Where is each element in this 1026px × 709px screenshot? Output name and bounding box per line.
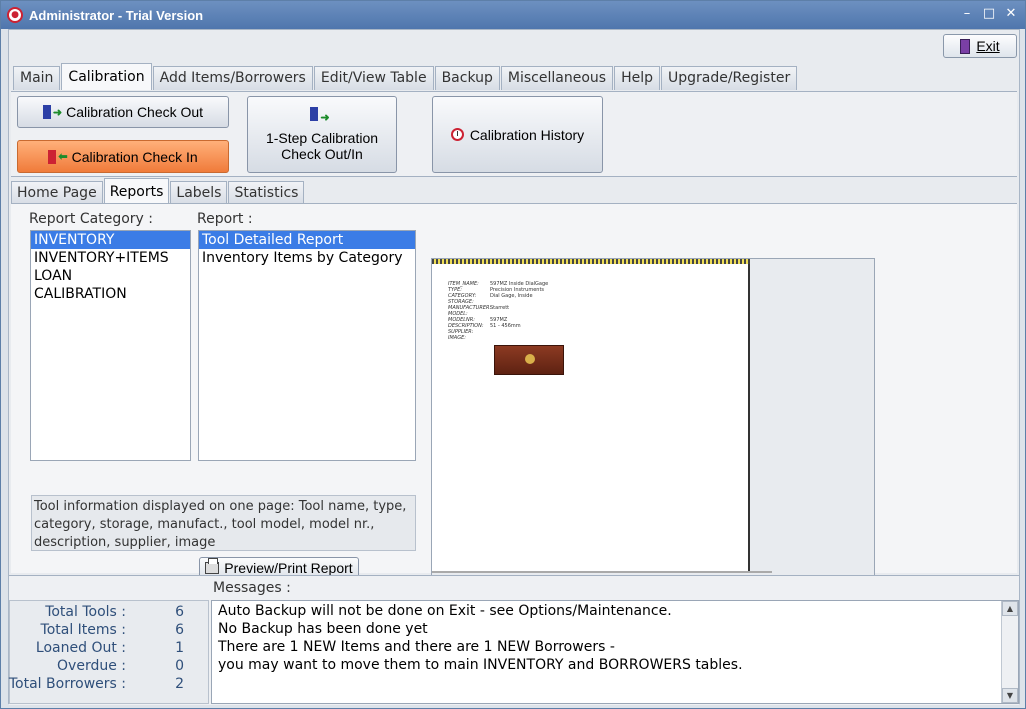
main-tabs: Main Calibration Add Items/Borrowers Edit/V… [13, 63, 798, 90]
scroll-up-icon[interactable]: ▲ [1002, 601, 1018, 616]
maximize-icon[interactable]: □ [979, 5, 999, 23]
history-label: Calibration History [469, 126, 585, 143]
stat-row: Overdue : 0 [10, 658, 210, 676]
status-area: Total Tools : 6 Total Items : 6 Loaned Out :… [9, 575, 1019, 705]
stat-label: Total Borrowers : [8, 676, 126, 692]
door-icon [42, 105, 51, 119]
message-line: Auto Backup will not be done on Exit - s… [218, 603, 672, 619]
printer-icon [205, 558, 220, 574]
tab-calibration[interactable]: Calibration [61, 63, 152, 90]
tab-main[interactable]: Main [13, 66, 61, 90]
report-list-item[interactable]: Inventory Items by Category [199, 249, 415, 267]
clock-icon [450, 128, 464, 141]
window-title: Administrator - Trial Version [29, 7, 204, 23]
stat-value: 0 [175, 658, 184, 674]
one-step-label-1: 1-Step Calibration [265, 130, 379, 146]
tab-miscellaneous[interactable]: Miscellaneous [500, 66, 614, 90]
arrow-right-icon: ➜ [52, 106, 63, 119]
tool-image [494, 345, 564, 375]
stats-panel: Total Tools : 6 Total Items : 6 Loaned Out :… [9, 600, 209, 704]
scroll-down-icon[interactable]: ▼ [1002, 688, 1018, 703]
stat-row: Total Tools : 6 [10, 604, 210, 622]
subtab-reports[interactable]: Reports [103, 178, 170, 204]
app-logo-icon: ● [7, 7, 23, 23]
stat-row: Loaned Out : 1 [10, 640, 210, 658]
report-category-list[interactable]: INVENTORY INVENTORY+ITEMS LOAN CALIBRATION [30, 230, 191, 461]
exit-button[interactable]: Exit [943, 34, 1017, 58]
preview-print-label: Preview/Print Report [224, 560, 353, 576]
calibration-history-button[interactable]: Calibration History [432, 96, 603, 173]
preview-field-key: IMAGE: [448, 335, 466, 341]
messages-label: Messages : [213, 580, 291, 596]
stat-row: Total Items : 6 [10, 622, 210, 640]
preview-ruler [432, 259, 750, 264]
tab-add-items-borrowers[interactable]: Add Items/Borrowers [152, 66, 313, 90]
door-icon [48, 149, 57, 164]
preview-page: ITEM_NAME: 597MZ Inside DialGage TYPE: Prec… [432, 259, 750, 571]
subtab-home-page[interactable]: Home Page [11, 181, 103, 204]
client-area: Exit Main Calibration Add Items/Borrowers E… [8, 29, 1020, 705]
subtab-statistics[interactable]: Statistics [228, 181, 305, 204]
arrow-right-icon: ➜ [320, 112, 330, 124]
message-line: you may want to move them to main INVENT… [218, 657, 743, 673]
category-list-item[interactable]: INVENTORY+ITEMS [31, 249, 190, 267]
calibration-check-in-button[interactable]: ⬅ Calibration Check In [17, 140, 229, 173]
stat-value: 6 [175, 622, 184, 638]
exit-label: Exit [976, 38, 1000, 54]
check-out-label: Calibration Check Out [66, 104, 204, 120]
arrow-left-icon: ⬅ [58, 151, 68, 163]
subtab-labels[interactable]: Labels [170, 181, 228, 204]
exit-door-icon [960, 38, 971, 54]
stat-value: 6 [175, 604, 184, 620]
close-icon[interactable]: ✕ [1001, 5, 1021, 23]
stat-value: 1 [175, 640, 184, 656]
category-list-item[interactable]: LOAN [31, 267, 190, 285]
stat-label: Loaned Out : [35, 640, 126, 656]
report-label: Report : [197, 211, 253, 227]
messages-scrollbar[interactable]: ▲ ▼ [1001, 601, 1018, 703]
app-window: ● Administrator - Trial Version – □ ✕ Ex… [0, 0, 1026, 709]
door-icon [310, 107, 319, 121]
report-description: Tool information displayed on one page: … [31, 495, 416, 551]
one-step-label-2: Check Out/In [281, 146, 363, 162]
title-bar: ● Administrator - Trial Version – □ ✕ [1, 1, 1025, 29]
preview-scrollbar[interactable] [432, 571, 772, 573]
tab-backup[interactable]: Backup [434, 66, 500, 90]
report-list[interactable]: Tool Detailed Report Inventory Items by C… [198, 230, 416, 461]
reports-panel: Report Category : Report : INVENTORY INVE… [11, 203, 1017, 579]
report-list-item[interactable]: Tool Detailed Report [199, 231, 415, 249]
one-step-calibration-button[interactable]: ➜ 1-Step Calibration Check Out/In [247, 96, 397, 173]
tab-upgrade-register[interactable]: Upgrade/Register [660, 66, 798, 90]
stat-label: Total Tools : [45, 604, 126, 620]
messages-box[interactable]: ▲ ▼ Auto Backup will not be done on Exit… [211, 600, 1019, 704]
message-line: There are 1 NEW Items and there are 1 NE… [218, 639, 615, 655]
category-list-item[interactable]: INVENTORY [31, 231, 190, 249]
report-preview[interactable]: ITEM_NAME: 597MZ Inside DialGage TYPE: Prec… [431, 258, 875, 577]
stat-label: Overdue : [57, 658, 126, 674]
report-category-label: Report Category : [29, 211, 153, 227]
stat-label: Total Items : [40, 622, 126, 638]
minimize-icon[interactable]: – [957, 5, 977, 23]
calibration-check-out-button[interactable]: ➜ Calibration Check Out [17, 96, 229, 128]
check-in-label: Calibration Check In [71, 148, 198, 165]
category-list-item[interactable]: CALIBRATION [31, 285, 190, 303]
sub-tabs: Home Page Reports Labels Statistics [11, 178, 305, 204]
preview-row: IMAGE: [432, 335, 732, 341]
stat-value: 2 [175, 676, 184, 692]
tab-edit-view-table[interactable]: Edit/View Table [313, 66, 434, 90]
message-line: No Backup has been done yet [218, 621, 428, 637]
calibration-panel: ➜ Calibration Check Out ⬅ Calibration Ch… [11, 91, 1017, 177]
tab-help[interactable]: Help [614, 66, 660, 90]
stat-row: Total Borrowers : 2 [8, 676, 210, 694]
